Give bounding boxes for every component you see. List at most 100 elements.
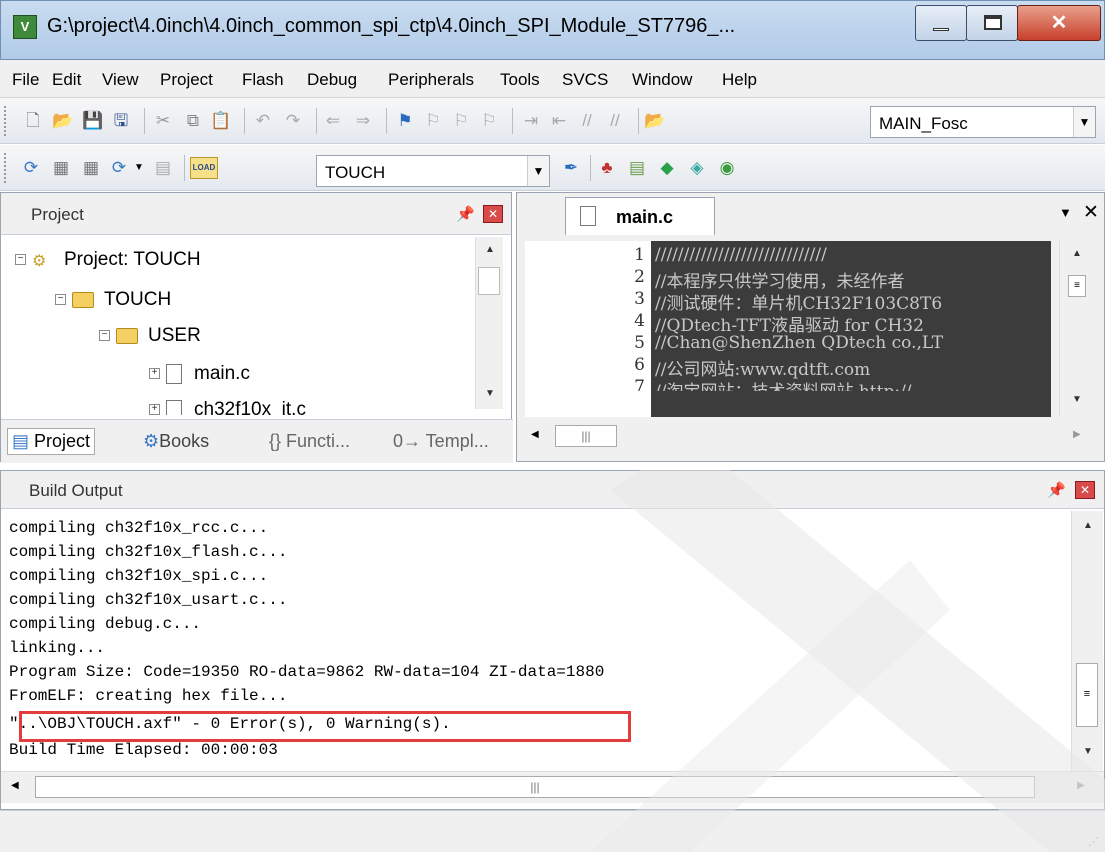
collapse-icon[interactable]: − bbox=[55, 294, 66, 306]
cut-icon[interactable]: ✂ bbox=[152, 110, 174, 132]
tree-item-project[interactable]: − ⚙ Project: TOUCH bbox=[15, 249, 201, 271]
scroll-thumb[interactable]: ≡ bbox=[1076, 663, 1098, 727]
clear-bookmarks-icon[interactable]: ⚐ bbox=[478, 110, 500, 132]
tab-templates[interactable]: 0→ Templ... bbox=[389, 428, 493, 455]
build-icon[interactable]: ▦ bbox=[50, 157, 72, 179]
scroll-thumb[interactable] bbox=[478, 267, 500, 295]
editor-hscrollbar[interactable]: ◀ ||| ▶ bbox=[525, 419, 1095, 455]
uncomment-icon[interactable]: // bbox=[604, 110, 626, 132]
stop-build-icon[interactable]: ▤ bbox=[152, 157, 174, 179]
save-all-icon[interactable]: 🖫 bbox=[110, 110, 132, 132]
menu-debug[interactable]: Debug bbox=[307, 70, 357, 90]
manage-project-items-icon[interactable]: ♣ bbox=[596, 157, 618, 179]
prev-bookmark-icon[interactable]: ⚐ bbox=[422, 110, 444, 132]
editor-tab-main[interactable]: main.c bbox=[565, 197, 715, 235]
close-tab-icon[interactable]: ✕ bbox=[1083, 201, 1099, 224]
tab-books[interactable]: ⚙Books bbox=[139, 428, 213, 455]
file-extensions-icon[interactable]: ▤ bbox=[626, 157, 648, 179]
open-folder-icon[interactable]: 📂 bbox=[52, 110, 74, 132]
target-options-icon[interactable]: ✒ bbox=[560, 157, 582, 179]
nav-forward-icon[interactable]: ⇒ bbox=[352, 110, 374, 132]
maximize-icon bbox=[984, 15, 1002, 30]
target-select[interactable]: TOUCH ▼ bbox=[316, 155, 550, 187]
scroll-right-icon[interactable]: ▶ bbox=[1073, 429, 1081, 440]
manage-rte-icon[interactable]: ◉ bbox=[716, 157, 738, 179]
new-file-icon[interactable]: 🗋 bbox=[22, 110, 44, 132]
project-scrollbar[interactable]: ▲ ▼ bbox=[475, 237, 503, 409]
menu-view[interactable]: View bbox=[102, 70, 139, 90]
scroll-left-icon[interactable]: ◀ bbox=[531, 429, 539, 440]
menu-tools[interactable]: Tools bbox=[500, 70, 540, 90]
scroll-up-icon[interactable]: ▲ bbox=[481, 241, 499, 259]
menu-help[interactable]: Help bbox=[722, 70, 757, 90]
bookmark-icon[interactable]: ⚑ bbox=[394, 110, 416, 132]
editor-vscrollbar[interactable]: ▲ ≡ ▼ bbox=[1059, 241, 1095, 417]
save-icon[interactable]: 💾 bbox=[82, 110, 104, 132]
chevron-down-icon[interactable]: ▼ bbox=[527, 156, 549, 186]
select-packs-icon[interactable]: ◈ bbox=[686, 157, 708, 179]
close-button[interactable]: ✕ bbox=[1017, 5, 1101, 41]
close-pane-icon[interactable]: ✕ bbox=[1075, 481, 1095, 499]
tree-item-label: TOUCH bbox=[104, 289, 172, 310]
scroll-up-icon[interactable]: ▲ bbox=[1068, 245, 1086, 263]
chevron-down-icon[interactable]: ▼ bbox=[1073, 107, 1095, 137]
unindent-icon[interactable]: ⇤ bbox=[548, 110, 570, 132]
scroll-down-icon[interactable]: ▼ bbox=[1079, 743, 1097, 761]
scroll-thumb[interactable]: ||| bbox=[35, 776, 1035, 798]
rebuild-icon[interactable]: ▦ bbox=[80, 157, 102, 179]
pin-icon[interactable]: 📌 bbox=[456, 205, 475, 223]
tree-item-group-touch[interactable]: − TOUCH bbox=[55, 289, 171, 311]
tab-list-icon[interactable]: ▼ bbox=[1059, 205, 1072, 220]
pin-icon[interactable]: 📌 bbox=[1047, 481, 1066, 499]
indent-icon[interactable]: ⇥ bbox=[520, 110, 542, 132]
scroll-down-icon[interactable]: ▼ bbox=[1068, 391, 1086, 409]
scroll-thumb[interactable]: ||| bbox=[555, 425, 617, 447]
tree-item-file-it[interactable]: + ch32f10x_it.c bbox=[149, 399, 306, 415]
minimize-button[interactable] bbox=[915, 5, 967, 41]
maximize-button[interactable] bbox=[966, 5, 1018, 41]
batch-build-icon[interactable]: ⟳ bbox=[108, 157, 130, 179]
scroll-right-icon[interactable]: ▶ bbox=[1077, 780, 1085, 791]
menu-svcs[interactable]: SVCS bbox=[562, 70, 608, 90]
scroll-thumb[interactable]: ≡ bbox=[1068, 275, 1086, 297]
nav-back-icon[interactable]: ⇐ bbox=[322, 110, 344, 132]
toolbar-grip[interactable] bbox=[4, 106, 8, 136]
redo-icon[interactable]: ↷ bbox=[282, 110, 304, 132]
close-pane-icon[interactable]: ✕ bbox=[483, 205, 503, 223]
menu-window[interactable]: Window bbox=[632, 70, 692, 90]
menu-flash[interactable]: Flash bbox=[242, 70, 284, 90]
tab-project[interactable]: ▤ Project bbox=[7, 428, 96, 455]
collapse-icon[interactable]: − bbox=[15, 254, 26, 266]
expand-icon[interactable]: + bbox=[149, 368, 160, 380]
scroll-left-icon[interactable]: ◀ bbox=[11, 780, 19, 791]
collapse-icon[interactable]: − bbox=[99, 330, 110, 342]
comment-icon[interactable]: // bbox=[576, 110, 598, 132]
project-pane-header: Project 📌 ✕ bbox=[1, 193, 511, 235]
next-bookmark-icon[interactable]: ⚐ bbox=[450, 110, 472, 132]
menu-peripherals[interactable]: Peripherals bbox=[388, 70, 474, 90]
chevron-down-icon[interactable]: ▼ bbox=[128, 157, 150, 179]
menu-file[interactable]: File bbox=[12, 70, 39, 90]
scroll-up-icon[interactable]: ▲ bbox=[1079, 517, 1097, 535]
tree-item-group-user[interactable]: − USER bbox=[99, 325, 201, 347]
resize-grip-icon[interactable]: ⋰ bbox=[1088, 835, 1099, 848]
tab-functions[interactable]: {} Functi... bbox=[265, 428, 354, 455]
build-vscrollbar[interactable]: ▲ ≡ ▼ bbox=[1071, 511, 1103, 771]
scroll-down-icon[interactable]: ▼ bbox=[481, 385, 499, 403]
tree-item-label: USER bbox=[148, 325, 201, 346]
expand-icon[interactable]: + bbox=[149, 404, 160, 415]
undo-icon[interactable]: ↶ bbox=[252, 110, 274, 132]
download-icon[interactable]: LOAD bbox=[190, 157, 218, 179]
find-combo[interactable]: MAIN_Fosc ▼ bbox=[870, 106, 1096, 138]
menu-project[interactable]: Project bbox=[160, 70, 213, 90]
paste-icon[interactable]: 📋 bbox=[210, 110, 232, 132]
toolbar-grip[interactable] bbox=[4, 153, 8, 183]
copy-icon[interactable]: ⧉ bbox=[182, 110, 204, 132]
menu-edit[interactable]: Edit bbox=[52, 70, 81, 90]
code-area[interactable]: ////////////////////////////// //本程序只供学习… bbox=[651, 241, 1051, 417]
build-hscrollbar[interactable]: ◀ ||| ▶ bbox=[1, 771, 1104, 803]
pack-installer-icon[interactable]: ◆ bbox=[656, 157, 678, 179]
find-in-files-icon[interactable]: 📂 bbox=[644, 110, 666, 132]
translate-icon[interactable]: ⟳ bbox=[20, 157, 42, 179]
tree-item-file-main[interactable]: + main.c bbox=[149, 363, 250, 385]
